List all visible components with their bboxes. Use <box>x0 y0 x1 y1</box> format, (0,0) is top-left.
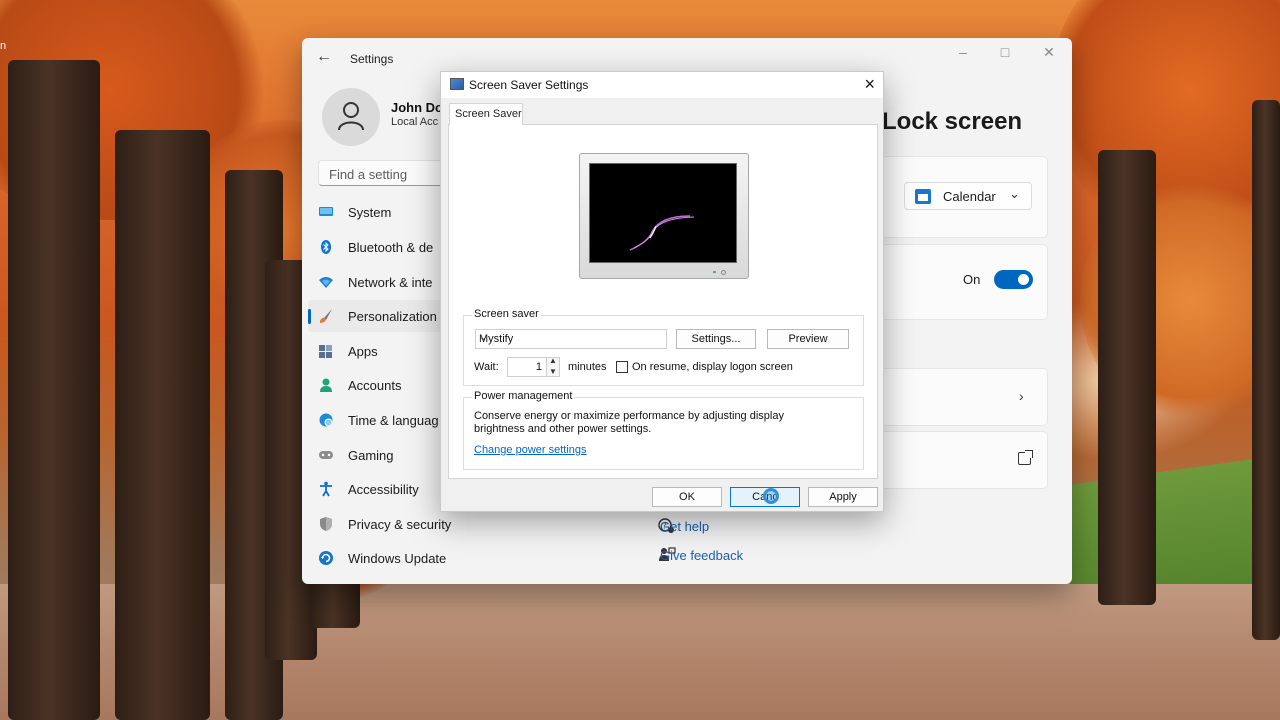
brush-icon <box>320 309 332 323</box>
ok-button[interactable]: OK <box>652 487 722 507</box>
mystify-preview-icon <box>629 215 695 251</box>
apply-button[interactable]: Apply <box>808 487 878 507</box>
screen-saver-app-icon <box>450 78 464 90</box>
spin-up-icon[interactable]: ▲ <box>549 356 557 365</box>
resume-logon-label[interactable]: On resume, display logon screen <box>632 361 793 373</box>
tab-panel: Screen saver Mystify ⌄ Settings... Previ… <box>448 124 878 479</box>
page-title: Lock screen <box>882 108 1023 135</box>
profile-account-type: Local Acc <box>391 116 439 128</box>
calendar-icon <box>915 189 931 204</box>
apps-icon <box>319 345 332 358</box>
sidebar-item-windows-update[interactable]: Windows Update <box>308 542 558 574</box>
accessibility-icon <box>320 481 332 497</box>
toggle-state-label: On <box>963 272 981 287</box>
sidebar-item-privacy[interactable]: Privacy & security <box>308 508 558 540</box>
group-title: Screen saver <box>472 308 541 320</box>
tab-screen-saver[interactable]: Screen Saver <box>449 103 523 125</box>
maximize-icon[interactable]: □ <box>994 44 1016 60</box>
monitor-power-light <box>713 271 716 273</box>
back-arrow-icon[interactable]: ← <box>316 48 332 66</box>
cursor-click-indicator <box>763 488 779 504</box>
lock-screen-status-dropdown[interactable]: Calendar ⌄ <box>904 182 1032 210</box>
group-title: Power management <box>472 390 575 402</box>
minimize-icon[interactable]: – <box>952 44 974 60</box>
get-help-link[interactable]: Get help <box>660 519 709 534</box>
wait-value: 1 <box>535 361 542 373</box>
background-tree-trunk <box>115 130 210 720</box>
bluetooth-icon <box>321 240 331 254</box>
shield-icon <box>320 517 332 531</box>
sidebar-item-label: Accessibility <box>348 482 419 497</box>
globe-clock-icon <box>319 413 333 427</box>
background-tree-trunk <box>1252 100 1280 640</box>
sidebar-item-label: Accounts <box>348 378 402 393</box>
resume-logon-checkbox[interactable] <box>616 361 628 373</box>
chevron-down-icon: ⌄ <box>1009 186 1020 201</box>
power-management-group: Power management Conserve energy or maxi… <box>463 390 864 470</box>
settings-title: Settings <box>350 52 394 66</box>
monitor-preview <box>579 153 749 279</box>
chevron-down-icon: ⌄ <box>479 332 488 343</box>
power-description: Conserve energy or maximize performance … <box>474 410 784 435</box>
screen-saver-select[interactable]: Mystify ⌄ <box>475 329 667 349</box>
preview-screen <box>589 163 737 263</box>
person-outline-icon <box>338 102 364 131</box>
external-link-icon <box>1018 450 1033 465</box>
screen-saver-group: Screen saver Mystify ⌄ Settings... Previ… <box>463 308 864 386</box>
wait-spinner[interactable]: ▲ ▼ <box>546 356 560 377</box>
screen-saver-dialog: Screen Saver Settings × Screen Saver Scr… <box>440 71 884 512</box>
sidebar-item-label: Windows Update <box>348 551 447 566</box>
sidebar-item-label: Network & inte <box>348 275 433 290</box>
change-power-settings-link[interactable]: Change power settings <box>474 444 587 456</box>
sidebar-item-label: Bluetooth & de <box>348 240 434 255</box>
settings-button[interactable]: Settings... <box>676 329 756 349</box>
selection-indicator <box>308 309 311 324</box>
wait-minutes-input[interactable]: 1 <box>507 357 547 377</box>
give-feedback-link[interactable]: Give feedback <box>660 548 743 563</box>
wait-label: Wait: <box>474 361 499 373</box>
dropdown-value: Calendar <box>943 189 996 204</box>
desktop-edge-text: n <box>0 40 7 52</box>
sidebar-item-label: Gaming <box>348 448 394 463</box>
preview-button[interactable]: Preview <box>767 329 849 349</box>
sidebar-item-label: Personalization <box>348 309 437 324</box>
spin-down-icon[interactable]: ▼ <box>549 367 557 376</box>
dialog-title: Screen Saver Settings <box>469 78 589 92</box>
avatar[interactable] <box>322 88 380 146</box>
dialog-titlebar: Screen Saver Settings × <box>441 72 883 98</box>
person-icon <box>320 378 332 392</box>
sidebar-item-label: Privacy & security <box>348 517 452 532</box>
update-icon <box>319 551 333 565</box>
sidebar-item-label: System <box>348 205 392 220</box>
sidebar-item-label: Time & languag <box>348 413 439 428</box>
monitor-power-button <box>721 270 726 275</box>
background-tree-trunk <box>8 60 100 720</box>
system-icon <box>319 207 333 216</box>
close-icon[interactable]: ✕ <box>1038 44 1060 61</box>
minutes-label: minutes <box>568 361 607 373</box>
close-icon[interactable]: × <box>864 74 875 95</box>
search-placeholder: Find a setting <box>329 167 408 182</box>
background-tree-trunk <box>1098 150 1156 605</box>
profile-name: John Do <box>391 100 443 115</box>
lock-screen-toggle[interactable] <box>994 270 1033 289</box>
chevron-right-icon: › <box>1019 388 1024 404</box>
sidebar-item-label: Apps <box>348 344 378 359</box>
tab-label: Screen Saver <box>455 108 522 120</box>
wifi-icon <box>319 277 333 288</box>
gamepad-icon <box>319 451 333 459</box>
